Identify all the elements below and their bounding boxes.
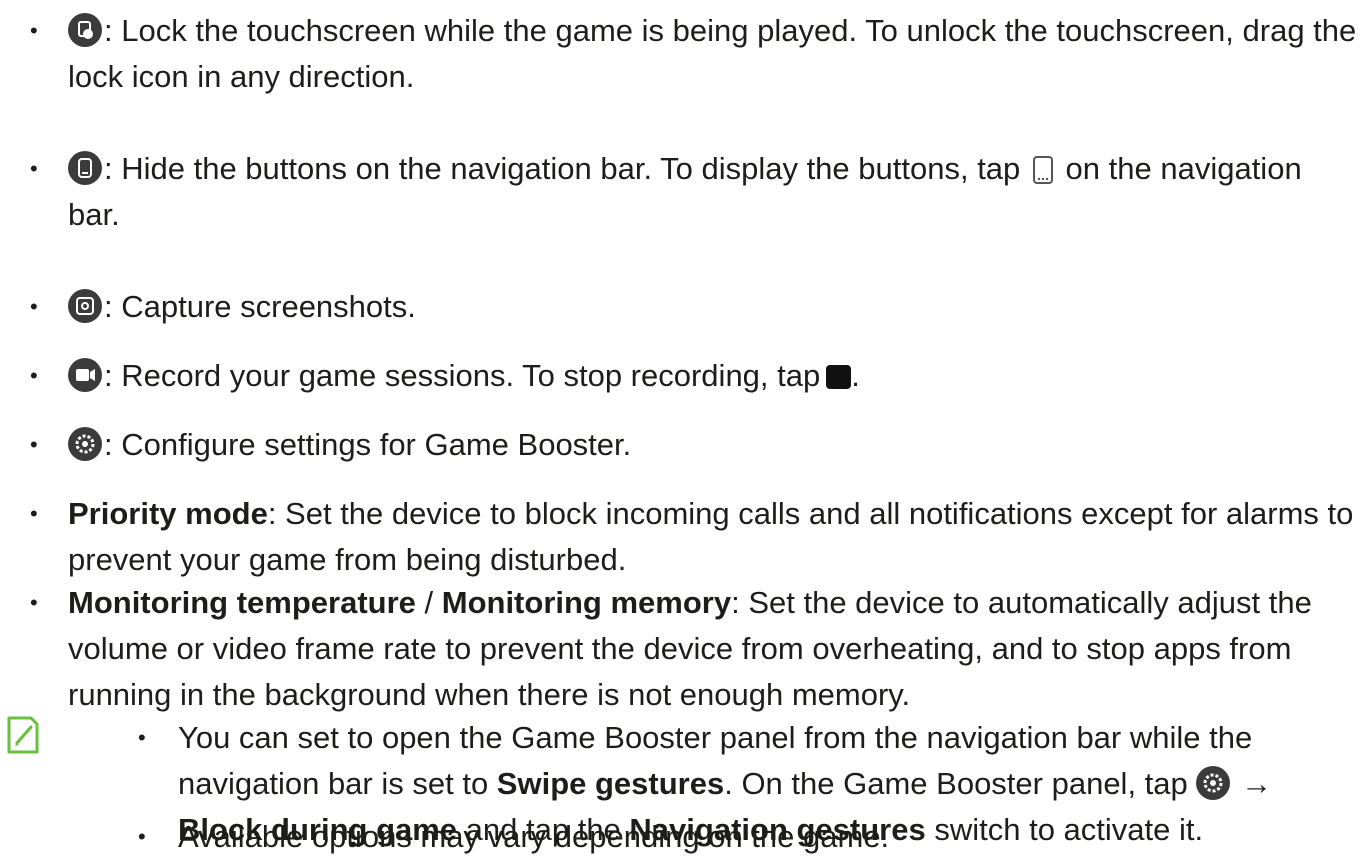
note-text-2: . On the Game Booster panel, tap <box>724 766 1197 801</box>
arrow: → <box>1232 766 1273 801</box>
hide-nav-description-a: : Hide the buttons on the navigation bar… <box>104 151 1021 186</box>
swipe-gestures-term: Swipe gestures <box>496 766 725 801</box>
list-item-text: Priority mode: Set the device to block i… <box>68 491 1358 583</box>
bullet: • <box>138 725 146 750</box>
settings-description: : Configure settings for Game Booster. <box>104 427 632 462</box>
stop-icon <box>826 365 852 389</box>
record-description-a: : Record your game sessions. To stop rec… <box>104 358 821 393</box>
bullet: • <box>30 590 38 615</box>
bullet: • <box>30 156 38 181</box>
list-item-text: : Configure settings for Game Booster. <box>68 422 1358 468</box>
screenshot-icon <box>68 289 102 323</box>
nav-bar-icon <box>1032 156 1053 184</box>
note-text: Available options may vary depending on … <box>178 814 1358 860</box>
bullet: • <box>30 18 38 43</box>
list-item-text: Monitoring temperature / Monitoring memo… <box>68 580 1358 718</box>
monitoring-temperature-term: Monitoring temperature <box>68 585 416 620</box>
bullet: • <box>30 432 38 457</box>
note-icon <box>7 716 39 754</box>
record-description-b: . <box>851 358 860 393</box>
screenshot-description: : Capture screenshots. <box>104 289 416 324</box>
bullet: • <box>30 501 38 526</box>
bullet: • <box>30 294 38 319</box>
settings-icon <box>1196 766 1231 800</box>
hide-nav-icon <box>68 151 102 185</box>
term-separator: / <box>415 585 442 620</box>
settings-icon <box>68 427 102 461</box>
list-item-text: : Record your game sessions. To stop rec… <box>68 353 1358 399</box>
lock-touch-icon <box>68 13 102 47</box>
priority-mode-term: Priority mode <box>68 496 268 531</box>
list-item-text: : Capture screenshots. <box>68 284 1358 330</box>
bullet: • <box>30 363 38 388</box>
note-text-5: Available options may vary depending on … <box>178 819 890 854</box>
record-icon <box>68 358 102 392</box>
list-item-text: : Lock the touchscreen while the game is… <box>68 8 1358 100</box>
lock-description: : Lock the touchscreen while the game is… <box>68 13 1357 94</box>
monitoring-memory-term: Monitoring memory <box>441 585 732 620</box>
list-item-text: : Hide the buttons on the navigation bar… <box>68 146 1358 238</box>
bullet: • <box>138 824 146 849</box>
